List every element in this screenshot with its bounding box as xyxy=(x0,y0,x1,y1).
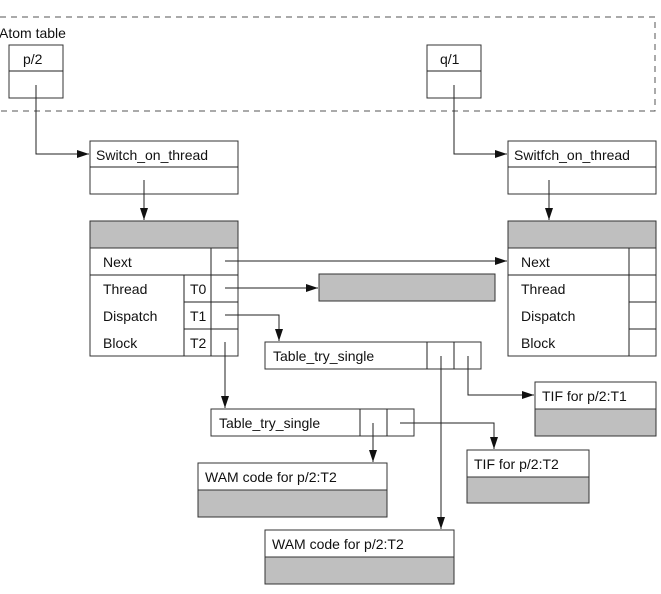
row-label-thread: Thread xyxy=(521,281,565,297)
atom-entry-label: p/2 xyxy=(23,51,43,67)
atom-table-label: Atom table xyxy=(0,25,66,41)
switch-on-thread-right[interactable]: Switfch_on_thread xyxy=(507,140,657,195)
row-label-next: Next xyxy=(103,254,132,270)
try-table-label: Table_try_single xyxy=(273,348,374,364)
thread-table-left: Next Thread Dispatch Block T0 T1 T2 xyxy=(89,220,239,357)
wam-code-block-bottom[interactable]: WAM code for p/2:T2 xyxy=(264,529,455,585)
try-table-label: Table_try_single xyxy=(219,415,320,431)
table-header xyxy=(89,220,239,249)
atom-entry-label: q/1 xyxy=(440,51,460,67)
row-label-block: Block xyxy=(103,335,138,351)
tif-label: TIF for p/2:T1 xyxy=(542,388,627,404)
tif-label: TIF for p/2:T2 xyxy=(474,456,559,472)
diagram-canvas: Atom table p/2 q/1 Switch_on_thread Swit… xyxy=(0,16,657,585)
wam-label: WAM code for p/2:T2 xyxy=(272,536,404,552)
row-label-dispatch: Dispatch xyxy=(521,308,575,324)
tif-block-t2[interactable]: TIF for p/2:T2 xyxy=(466,449,590,504)
switch-label: Switfch_on_thread xyxy=(514,147,630,163)
thread-table-right: Next Thread Dispatch Block xyxy=(507,220,657,357)
switch-label: Switch_on_thread xyxy=(96,147,208,163)
try-table-upper[interactable]: Table_try_single xyxy=(264,341,482,370)
row-label-next: Next xyxy=(521,254,550,270)
thread-block xyxy=(318,273,496,302)
tag-t2: T2 xyxy=(190,335,207,351)
wam-code-block-lower[interactable]: WAM code for p/2:T2 xyxy=(197,462,388,518)
tag-t1: T1 xyxy=(190,308,207,324)
tif-block-t1[interactable]: TIF for p/2:T1 xyxy=(534,381,657,437)
row-label-thread: Thread xyxy=(103,281,147,297)
switch-on-thread-left[interactable]: Switch_on_thread xyxy=(89,140,239,195)
try-table-lower[interactable]: Table_try_single xyxy=(210,408,415,437)
atom-table-region xyxy=(0,16,656,112)
tag-t0: T0 xyxy=(190,281,207,297)
wam-label: WAM code for p/2:T2 xyxy=(205,469,337,485)
table-header xyxy=(507,220,657,249)
row-label-dispatch: Dispatch xyxy=(103,308,157,324)
row-label-block: Block xyxy=(521,335,556,351)
